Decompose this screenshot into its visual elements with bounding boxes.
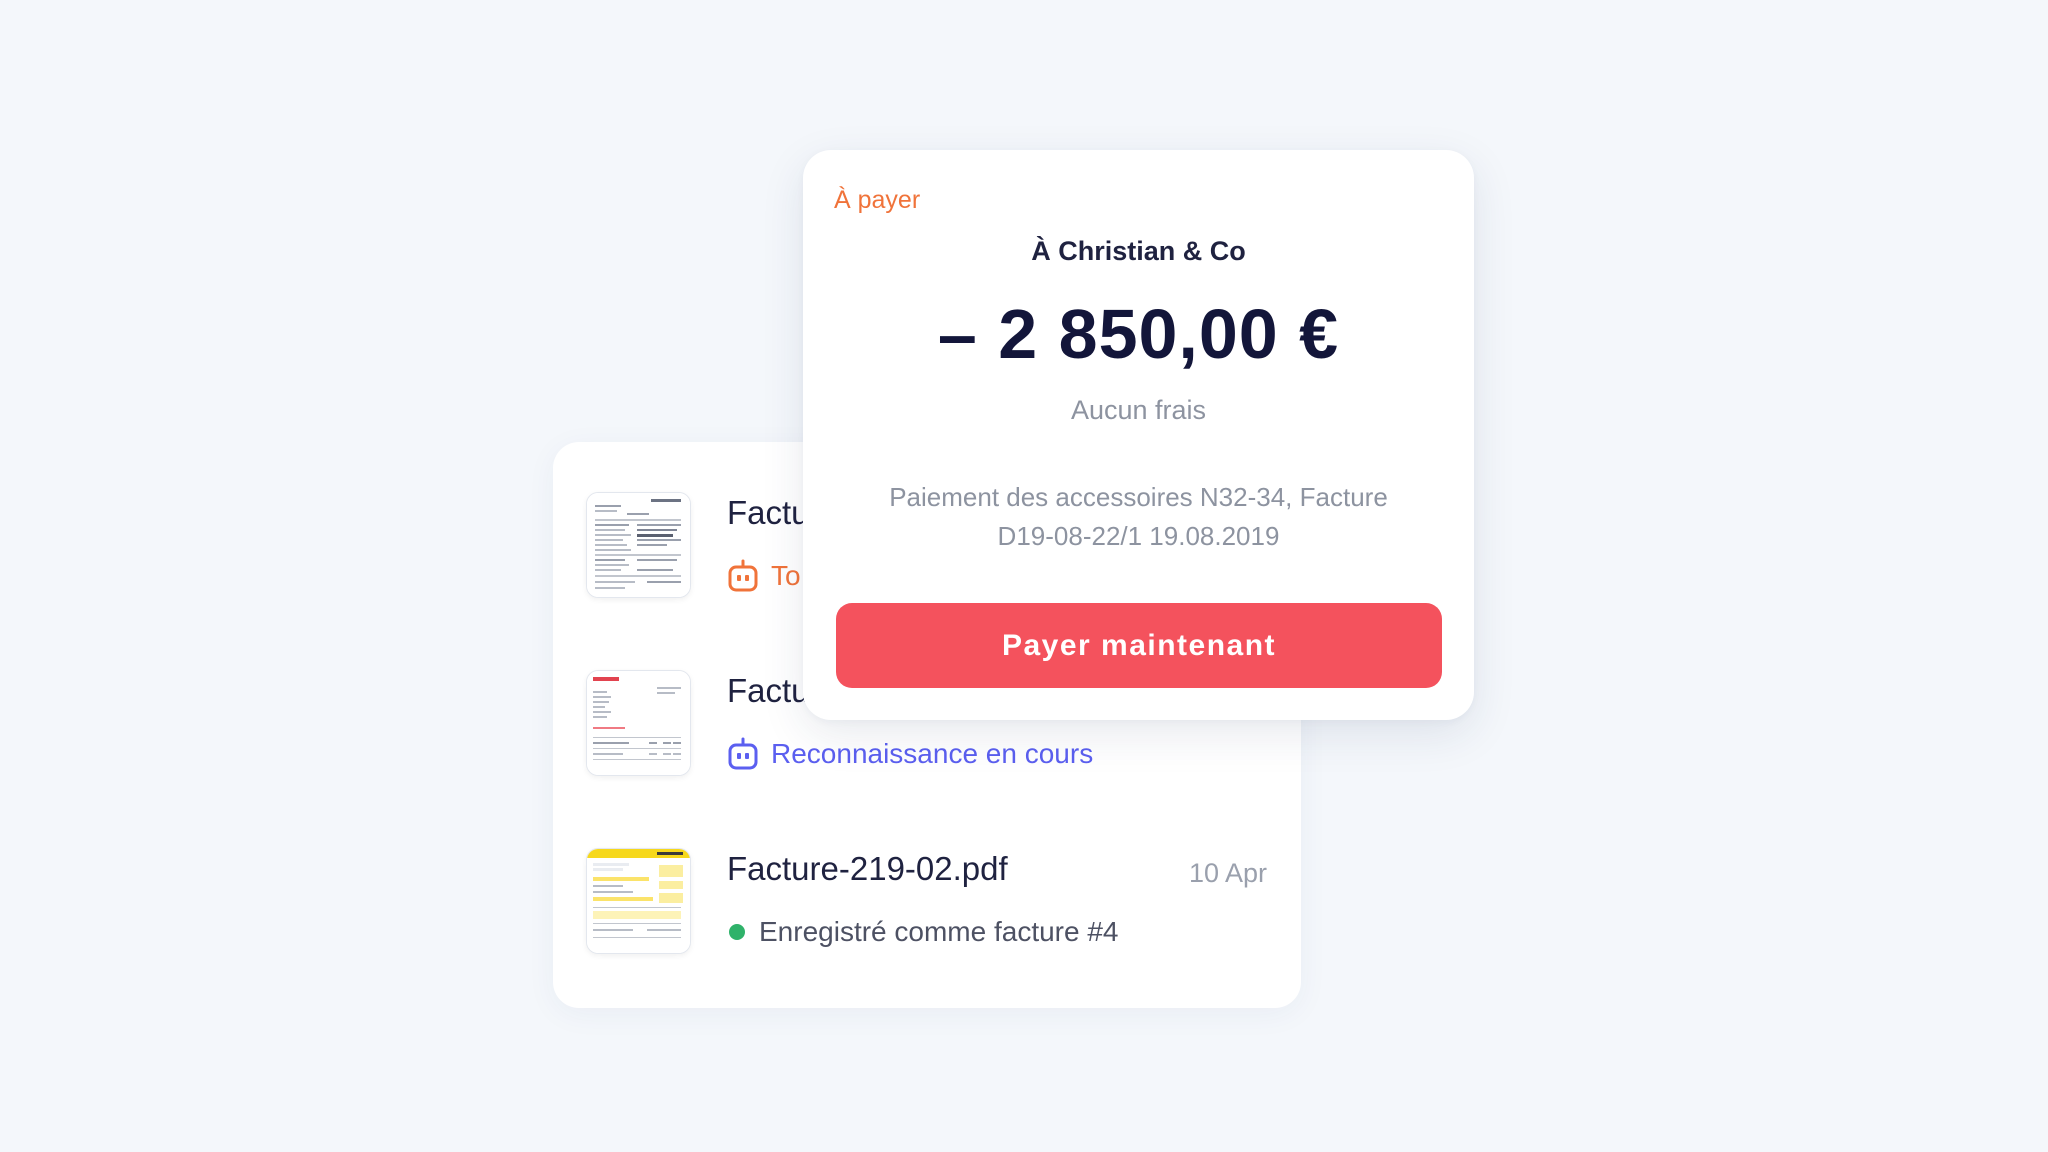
document-name: Factu [727, 672, 810, 709]
document-name: Facture-219-02.pdf [727, 850, 1008, 887]
payment-recipient: À Christian & Co [1031, 236, 1246, 266]
status-label: Enregistré comme facture #4 [759, 916, 1119, 947]
invoice-thumbnail [586, 670, 691, 776]
document-name: Factu [727, 494, 810, 531]
invoice-thumbnail [586, 848, 691, 954]
document-status: To [727, 558, 801, 594]
payment-status-label: À payer [834, 186, 921, 214]
status-label: Reconnaissance en cours [771, 738, 1094, 769]
payment-card: À payer À Christian & Co – 2 850,00 € Au… [803, 150, 1474, 720]
invoice-thumbnail [586, 492, 691, 598]
payment-amount: – 2 850,00 € [937, 295, 1340, 373]
payment-description: Paiement des accessoires N32-34, Facture… [889, 482, 1388, 551]
payment-fee: Aucun frais [1070, 395, 1207, 425]
status-label: To [771, 560, 801, 591]
pay-now-button[interactable]: Payer maintenant [836, 603, 1442, 688]
green-dot-icon [729, 924, 745, 940]
document-status: Reconnaissance en cours [727, 736, 1093, 772]
document-status: Enregistré comme facture #4 [727, 914, 1119, 950]
document-date: 10 Apr [1188, 858, 1267, 888]
robot-icon [728, 737, 758, 770]
robot-icon [728, 559, 758, 592]
list-item[interactable]: Facture-219-02.pdf 10 Apr Enregistré com… [553, 848, 1301, 988]
